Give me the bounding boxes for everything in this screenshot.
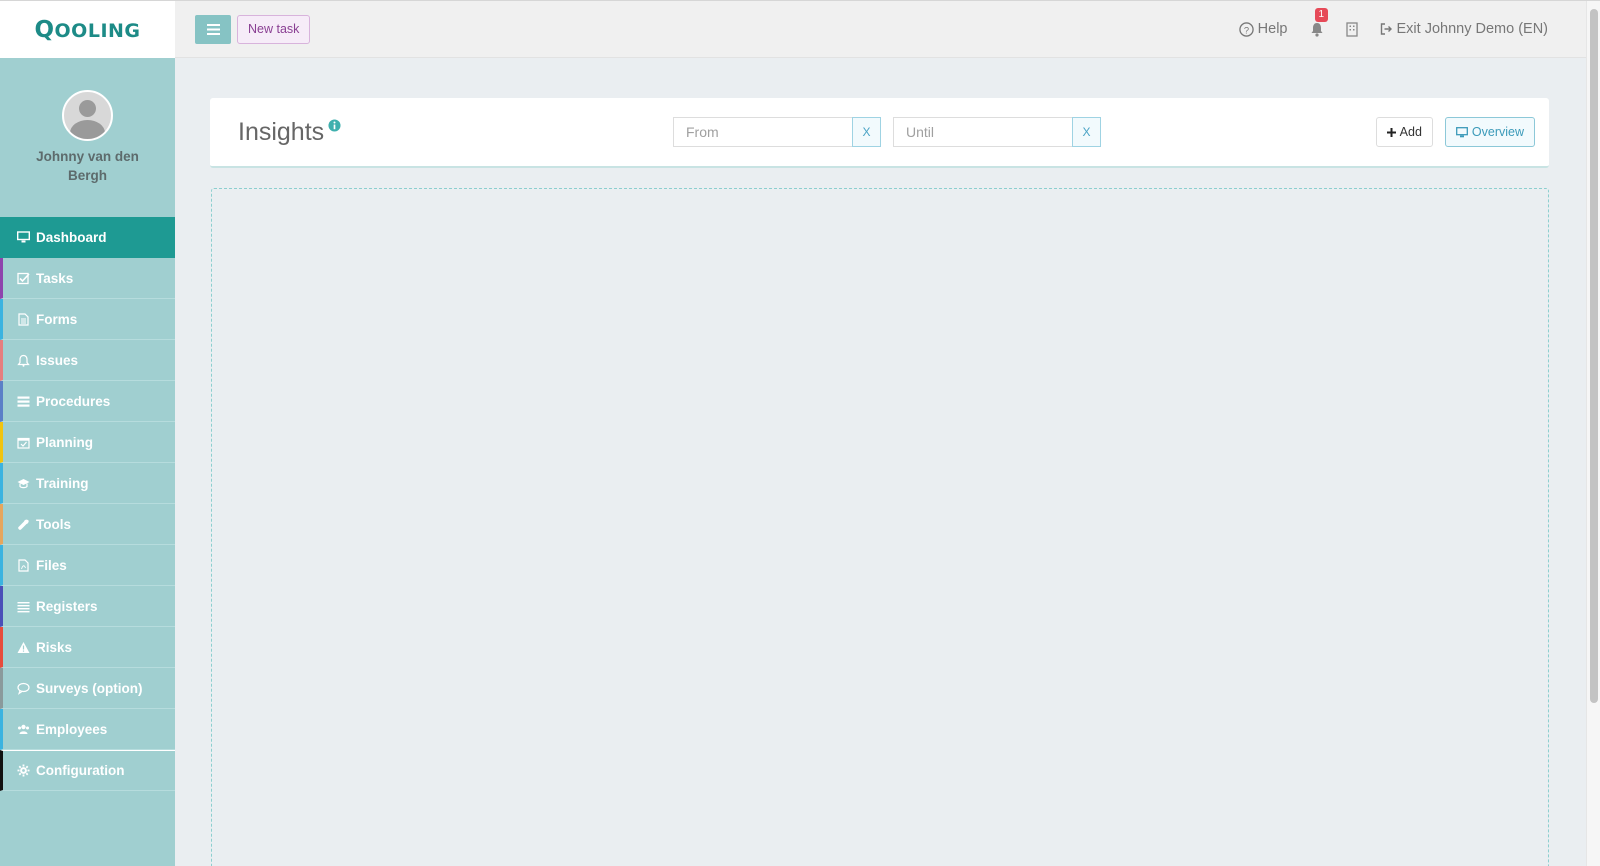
sidebar-item-dashboard[interactable]: Dashboard — [0, 217, 175, 258]
sidebar-item-label: Procedures — [36, 393, 111, 409]
insights-header-panel: Insights X X Add Overview — [210, 98, 1549, 168]
sidebar-item-planning[interactable]: Planning — [0, 422, 175, 463]
notifications-button[interactable]: 1 — [1310, 7, 1329, 37]
sidebar-item-label: Forms — [36, 311, 78, 327]
help-link[interactable]: ? Help — [1238, 21, 1288, 37]
chat-icon — [16, 681, 30, 695]
date-filters: X X — [673, 117, 1113, 147]
until-filter: X — [893, 117, 1101, 147]
bell-icon — [16, 353, 30, 367]
from-filter: X — [673, 117, 881, 147]
until-date-input[interactable] — [893, 117, 1072, 147]
sidebar-item-label: Issues — [36, 352, 79, 368]
sidebar-item-label: Configuration — [36, 763, 125, 778]
sidebar-item-forms[interactable]: Forms — [0, 299, 175, 340]
page-scrollbar[interactable] — [1586, 1, 1600, 866]
sidebar-item-label: Surveys (option) — [36, 680, 143, 696]
sidebar-item-label: Files — [36, 557, 67, 573]
question-circle-icon: ? — [1238, 21, 1254, 37]
sidebar-item-registers[interactable]: Registers — [0, 586, 175, 627]
menu-toggle-button[interactable] — [195, 14, 231, 44]
new-task-button[interactable]: New task — [237, 14, 311, 44]
from-date-input[interactable] — [673, 117, 852, 147]
app-logo[interactable]: QOOLING — [34, 17, 140, 43]
top-bar: New task ? Help 1 Exit Johnny Demo (EN) — [175, 1, 1586, 58]
widget-dropzone[interactable] — [211, 188, 1549, 866]
user-name: Johnny van den Bergh — [36, 149, 139, 183]
hamburger-icon — [206, 23, 220, 35]
clear-from-button[interactable]: X — [852, 117, 881, 147]
exit-demo-label: Exit Johnny Demo (EN) — [1396, 21, 1549, 37]
add-button[interactable]: Add — [1375, 117, 1433, 147]
sidebar-item-tasks[interactable]: Tasks — [0, 258, 175, 299]
users-icon — [16, 722, 30, 736]
sidebar-item-employees[interactable]: Employees — [0, 709, 175, 750]
scrollbar-thumb[interactable] — [1590, 9, 1598, 703]
building-icon — [1345, 21, 1358, 37]
monitor-icon — [16, 230, 30, 244]
overview-button[interactable]: Overview — [1444, 117, 1535, 147]
sidebar: QOOLING Johnny van den Bergh Dashboard Ta… — [0, 1, 175, 866]
pdf-icon — [16, 558, 30, 572]
sidebar-item-label: Risks — [36, 639, 73, 655]
calendar-icon — [16, 435, 30, 449]
logo-bar: QOOLING — [0, 1, 175, 58]
sidebar-item-issues[interactable]: Issues — [0, 340, 175, 381]
sign-out-icon — [1380, 23, 1392, 35]
monitor-icon — [1455, 126, 1468, 137]
plus-icon — [1386, 127, 1396, 137]
avatar[interactable] — [62, 90, 113, 141]
sidebar-item-risks[interactable]: Risks — [0, 627, 175, 668]
sidebar-item-label: Registers — [36, 598, 98, 614]
page-title-row: Insights — [238, 118, 341, 147]
lines-icon — [16, 599, 30, 613]
bell-icon — [1311, 22, 1322, 37]
sidebar-item-label: Tasks — [36, 270, 74, 286]
top-bar-actions: ? Help 1 Exit Johnny Demo (EN) — [1217, 7, 1549, 37]
sidebar-item-label: Planning — [36, 434, 93, 450]
document-icon — [16, 312, 30, 326]
sidebar-item-procedures[interactable]: Procedures — [0, 381, 175, 422]
svg-text:?: ? — [1244, 25, 1249, 35]
sidebar-item-surveys-option[interactable]: Surveys (option) — [0, 668, 175, 709]
gear-icon — [16, 764, 30, 778]
overview-button-label: Overview — [1471, 125, 1524, 139]
sidebar-item-configuration[interactable]: Configuration — [0, 750, 175, 791]
sidebar-item-files[interactable]: Files — [0, 545, 175, 586]
panel-actions: Add Overview — [1375, 117, 1535, 147]
sidebar-item-label: Training — [36, 475, 89, 491]
sidebar-nav: Dashboard Tasks Forms Issues Procedures Plann… — [0, 217, 175, 791]
graduation-cap-icon — [16, 476, 30, 490]
organization-button[interactable] — [1345, 21, 1358, 37]
sidebar-item-tools[interactable]: Tools — [0, 504, 175, 545]
list-icon — [16, 394, 30, 408]
sidebar-item-label: Employees — [36, 721, 108, 737]
sidebar-item-label: Dashboard — [36, 229, 107, 245]
wrench-icon — [16, 517, 30, 531]
info-icon[interactable] — [328, 118, 341, 132]
user-profile: Johnny van den Bergh — [0, 58, 175, 217]
sidebar-item-label: Tools — [36, 516, 71, 532]
add-button-label: Add — [1399, 125, 1422, 139]
warning-icon — [16, 640, 30, 654]
page-title: Insights — [238, 117, 325, 146]
clear-until-button[interactable]: X — [1072, 117, 1101, 147]
sidebar-item-training[interactable]: Training — [0, 463, 175, 504]
check-square-icon — [16, 271, 30, 285]
exit-demo-link[interactable]: Exit Johnny Demo (EN) — [1380, 21, 1549, 37]
help-label: Help — [1257, 21, 1288, 37]
notification-count-badge: 1 — [1314, 7, 1329, 22]
